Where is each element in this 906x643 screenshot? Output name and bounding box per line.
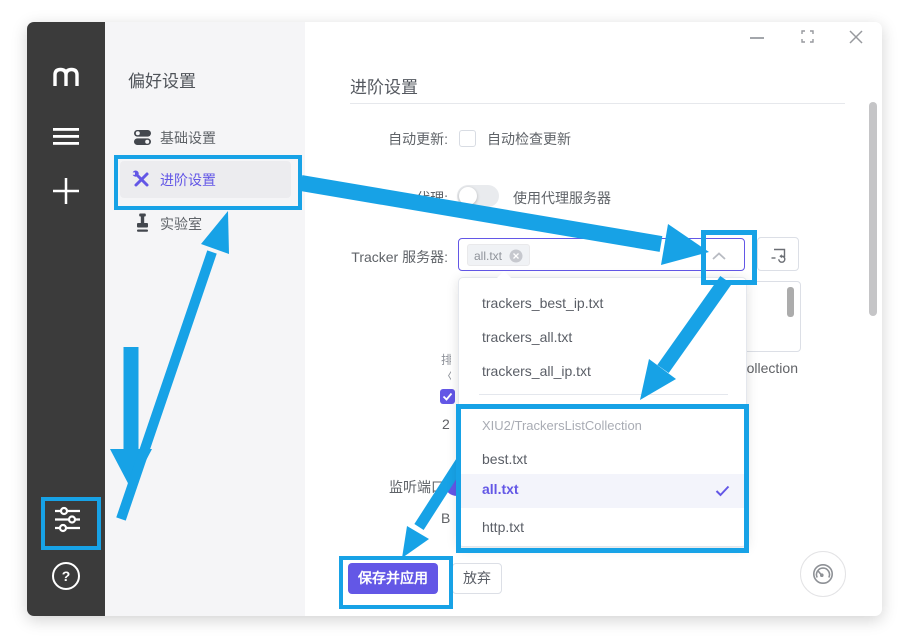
dropdown-arrow xyxy=(497,271,511,278)
stamp-icon xyxy=(134,213,151,234)
tracker-server-label: Tracker 服务器: xyxy=(308,247,448,267)
title-divider xyxy=(350,103,845,104)
hidden-text-fragment: B xyxy=(441,510,451,526)
add-task-icon[interactable] xyxy=(53,178,79,204)
hidden-text-fragment: 排 xyxy=(441,351,451,365)
hidden-checkbox-checked xyxy=(440,389,455,404)
motrix-logo-icon xyxy=(51,63,81,89)
dropdown-group-label: XIU2/TrackersListCollection xyxy=(482,418,642,433)
sidebar-item-lab[interactable]: 实验室 xyxy=(120,206,292,242)
dropdown-option[interactable]: trackers_best_ip.txt xyxy=(482,293,603,313)
sidebar-item-label: 进阶设置 xyxy=(160,170,216,190)
tracker-dropdown: trackers_best_ip.txt trackers_all.txt tr… xyxy=(458,277,747,547)
tracker-select[interactable]: all.txt xyxy=(458,238,745,271)
toggle-knob xyxy=(459,187,477,205)
proxy-toggle[interactable] xyxy=(457,185,499,207)
dropdown-option-selected-row[interactable]: all.txt xyxy=(460,474,745,508)
save-apply-button[interactable]: 保存并应用 xyxy=(348,563,438,594)
dropdown-group-divider xyxy=(479,394,728,395)
tag-close-icon[interactable] xyxy=(509,249,523,263)
auto-update-label: 自动更新: xyxy=(308,129,448,149)
preferences-panel xyxy=(105,22,305,616)
listen-port-label: 监听端口 xyxy=(305,477,445,497)
minimize-button[interactable] xyxy=(748,28,766,46)
help-icon: ? xyxy=(62,568,71,584)
maximize-icon xyxy=(800,29,815,44)
tracker-tag-label: all.txt xyxy=(474,249,502,263)
auto-update-checkbox[interactable] xyxy=(459,130,476,147)
sidebar-item-basic-settings[interactable]: 基础设置 xyxy=(120,120,292,156)
minimize-icon xyxy=(750,37,764,39)
proxy-label: 代理: xyxy=(308,188,448,208)
preferences-title: 偏好设置 xyxy=(128,67,196,92)
proxy-switch-label: 使用代理服务器 xyxy=(513,188,611,208)
discard-label: 放弃 xyxy=(463,570,491,586)
sidebar-item-advanced-settings[interactable]: 进阶设置 xyxy=(120,161,291,198)
sidebar-item-label: 基础设置 xyxy=(160,128,216,148)
tracker-tag: all.txt xyxy=(467,244,530,266)
sidebar-item-label: 实验室 xyxy=(160,214,202,234)
scrollbar-thumb[interactable] xyxy=(869,102,877,316)
textarea-scrollbar[interactable] xyxy=(787,287,794,317)
maximize-button[interactable] xyxy=(800,29,816,45)
hidden-text-fragment: 〈 xyxy=(441,367,451,381)
speed-limit-button[interactable] xyxy=(800,551,846,597)
hidden-text-fragment: 2 xyxy=(442,416,454,432)
dropdown-option[interactable]: best.txt xyxy=(482,449,527,469)
help-button[interactable]: ? xyxy=(52,562,80,590)
screenshot-root: ? 偏好设置 基础设置 进阶设置 xyxy=(0,0,906,643)
toggles-icon xyxy=(133,129,152,146)
discard-button[interactable]: 放弃 xyxy=(452,563,502,594)
page-title: 进阶设置 xyxy=(350,73,418,98)
auto-update-checkbox-label[interactable]: 自动检查更新 xyxy=(487,129,571,149)
dropdown-option-selected-label: all.txt xyxy=(482,481,519,497)
task-list-icon[interactable] xyxy=(53,128,79,146)
speedometer-icon xyxy=(811,562,835,586)
chevron-up-icon[interactable] xyxy=(712,252,726,260)
dropdown-option[interactable]: http.txt xyxy=(482,517,524,537)
dropdown-option[interactable]: trackers_all.txt xyxy=(482,327,572,347)
close-icon xyxy=(848,29,864,45)
save-apply-label: 保存并应用 xyxy=(358,570,428,586)
preferences-icon[interactable] xyxy=(54,506,81,533)
sync-trackers-icon xyxy=(770,247,787,263)
dropdown-option[interactable]: trackers_all_ip.txt xyxy=(482,361,591,381)
tools-icon xyxy=(131,169,152,190)
check-icon xyxy=(715,485,730,497)
close-button[interactable] xyxy=(848,29,864,45)
sync-trackers-button[interactable] xyxy=(757,237,799,271)
